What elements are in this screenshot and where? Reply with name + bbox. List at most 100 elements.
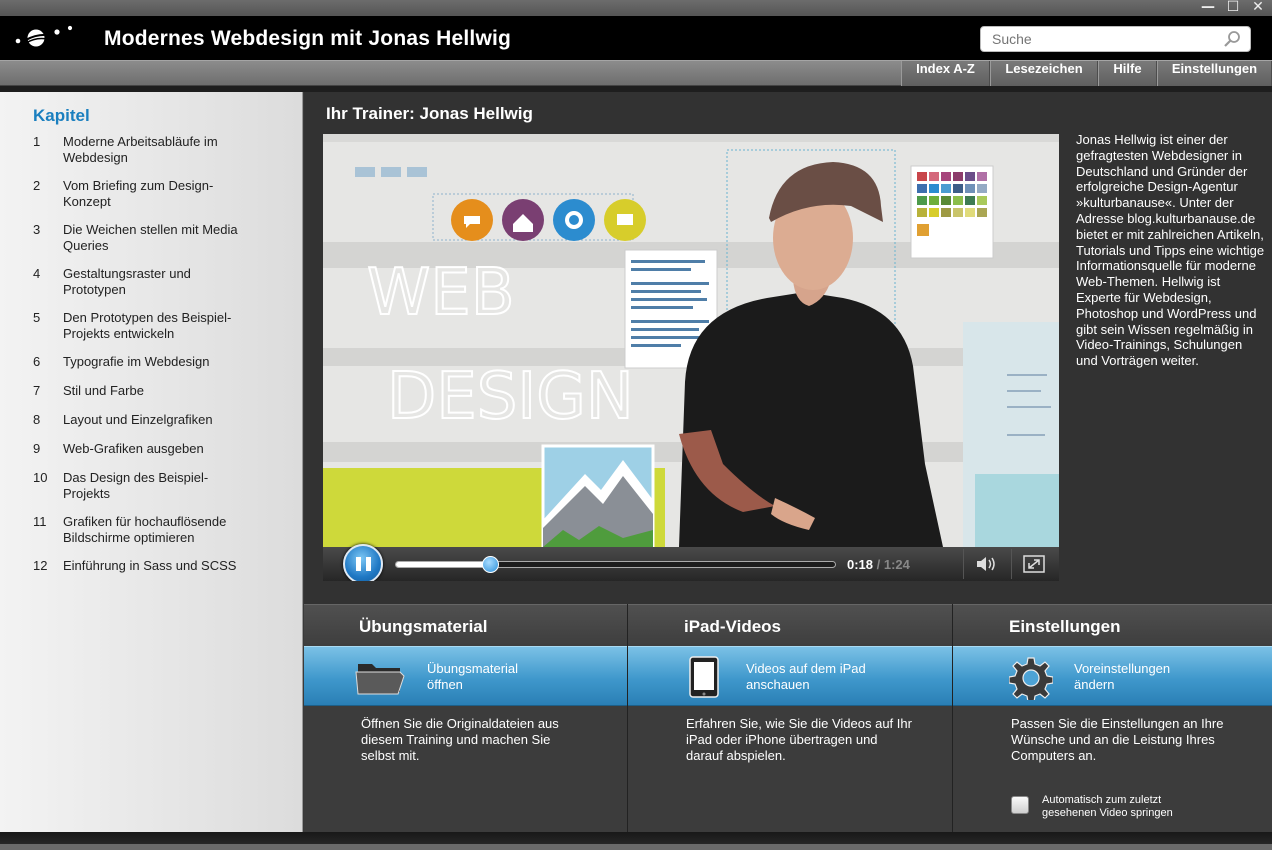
chapter-item-8[interactable]: 8 Layout und Einzelgrafiken [33,412,283,428]
settings-header: Einstellungen [953,604,1272,646]
divider [963,549,964,579]
chapter-label: Das Design des Beispiel-Projekts [63,470,209,501]
progress-knob[interactable] [481,556,499,573]
chapter-number: 4 [33,266,41,281]
chapter-number: 7 [33,383,41,398]
app-title: Modernes Webdesign mit Jonas Hellwig [104,27,512,50]
ipad-column: iPad-Videos Videos auf dem iPad anschaue… [627,604,952,832]
chapter-item-7[interactable]: 7 Stil und Farbe [33,383,283,399]
chapter-number: 5 [33,310,41,325]
nav-einstellungen[interactable]: Einstellungen [1157,61,1272,86]
chapter-item-5[interactable]: 5 Den Prototypen des Beispiel-Projekts en… [33,310,283,342]
chapter-number: 9 [33,441,41,456]
total-time: 1:24 [883,557,910,572]
chapter-number: 8 [33,412,41,427]
settings-header-label: Einstellungen [1009,617,1121,636]
search-input[interactable] [981,27,1211,51]
chapter-number: 2 [33,178,41,193]
chapter-item-9[interactable]: 9 Web-Grafiken ausgeben [33,441,283,457]
ipad-header: iPad-Videos [628,604,952,646]
chapter-number: 12 [33,558,48,573]
pause-icon [356,557,361,571]
progress-fill [396,562,490,567]
nav-lesezeichen[interactable]: Lesezeichen [990,61,1098,86]
video-text-web: WEB [367,256,515,330]
chapter-item-1[interactable]: 1 Moderne Arbeitsabläufe im Webdesign [33,134,283,166]
chapter-number: 3 [33,222,41,237]
video-player[interactable]: WEB DESIGN 0:18 / 1:24 [323,134,1059,581]
preferences-label: Voreinstellungen ändern [1074,661,1171,692]
chapter-number: 10 [33,470,48,485]
chapter-label: Gestaltungsraster und Prototypen [63,266,191,297]
chapter-number: 11 [33,514,47,529]
progress-track[interactable] [395,556,836,573]
chapter-label: Grafiken für hochauflösende Bildschirme … [63,514,227,545]
ipad-videos-button[interactable]: Videos auf dem iPad anschauen [628,646,952,706]
materials-header: Übungsmaterial [304,604,627,646]
ipad-videos-label: Videos auf dem iPad anschauen [746,661,866,692]
ipad-header-label: iPad-Videos [684,617,781,636]
ipad-description: Erfahren Sie, wie Sie die Videos auf Ihr… [686,716,912,763]
chapter-label: Web-Grafiken ausgeben [63,441,204,456]
top-nav: Index A-Z Lesezeichen Hilfe Einstellunge… [0,60,1272,86]
chapter-number: 6 [33,354,41,369]
preferences-button[interactable]: Voreinstellungen ändern [953,646,1272,706]
fullscreen-icon[interactable] [1023,554,1045,574]
search-icon[interactable] [1222,30,1242,48]
open-materials-button[interactable]: Übungsmaterial öffnen [304,646,627,706]
materials-column: Übungsmaterial Übungsmaterial öffnen Öff… [304,604,627,832]
chapter-label: Stil und Farbe [63,383,144,398]
chapter-item-10[interactable]: 10 Das Design des Beispiel-Projekts [33,470,283,502]
trainer-bio: Jonas Hellwig ist einer der gefragtesten… [1076,132,1265,369]
bottom-panel: Übungsmaterial Übungsmaterial öffnen Öff… [304,604,1272,832]
volume-icon[interactable] [975,554,997,574]
search-box [980,26,1251,52]
pause-icon [366,557,371,571]
chapter-item-11[interactable]: 11 Grafiken für hochauflösende Bildschirm… [33,514,283,546]
sidebar-title: Kapitel [33,106,90,125]
settings-column: Einstellungen Voreinstellungen ändern Pa… [952,604,1272,832]
chapter-item-4[interactable]: 4 Gestaltungsraster und Prototypen [33,266,283,298]
materials-header-label: Übungsmaterial [359,617,488,636]
chapter-item-6[interactable]: 6 Typografie im Webdesign [33,354,283,370]
player-controls: 0:18 / 1:24 [323,544,1059,581]
gear-icon [1009,657,1053,700]
chapter-sidebar: Kapitel 1 Moderne Arbeitsabläufe im Webde… [0,92,303,832]
chapter-item-12[interactable]: 12 Einführung in Sass und SCSS [33,558,283,574]
maximize-icon[interactable]: ☐ [1223,0,1243,16]
window-title-bar: — ☐ ✕ [0,0,1272,16]
chapter-label: Moderne Arbeitsabläufe im Webdesign [63,134,218,165]
time-display: 0:18 / 1:24 [847,557,910,572]
chapter-item-3[interactable]: 3 Die Weichen stellen mit Media Queries [33,222,283,254]
current-time: 0:18 [847,557,874,572]
trainer-title: Ihr Trainer: Jonas Hellwig [326,104,533,123]
open-materials-label: Übungsmaterial öffnen [427,661,519,692]
ipad-icon [689,656,719,698]
video-text-design: DESIGN [387,360,634,434]
chapter-label: Den Prototypen des Beispiel-Projekts ent… [63,310,232,341]
time-separator: / [873,557,884,572]
auto-jump-checkbox[interactable] [1011,796,1029,814]
folder-icon [355,664,405,695]
pause-button[interactable] [343,544,383,581]
settings-description: Passen Sie die Einstellungen an Ihre Wün… [1011,716,1224,763]
divider [1011,549,1012,579]
auto-jump-label: Automatisch zum zuletzt gesehenen Video … [1042,794,1173,819]
nav-hilfe[interactable]: Hilfe [1098,61,1157,86]
footer-strip [0,832,1272,850]
chapter-item-2[interactable]: 2 Vom Briefing zum Design-Konzept [33,178,283,210]
chapter-number: 1 [33,134,41,149]
close-icon[interactable]: ✕ [1248,0,1268,16]
chapter-label: Vom Briefing zum Design-Konzept [63,178,214,209]
video-frame: WEB DESIGN [323,134,1059,547]
main-panel: Ihr Trainer: Jonas Hellwig WEB DESIGN 0:… [304,92,1272,604]
materials-description: Öffnen Sie die Originaldateien aus diese… [361,716,559,763]
chapter-label: Die Weichen stellen mit Media Queries [63,222,238,253]
galileo-logo-icon [15,25,73,47]
chapter-label: Einführung in Sass und SCSS [63,558,237,573]
app-header: Modernes Webdesign mit Jonas Hellwig [0,16,1272,60]
minimize-icon[interactable]: — [1198,0,1218,16]
nav-index-az[interactable]: Index A-Z [901,61,990,86]
chapter-label: Layout und Einzelgrafiken [63,412,213,427]
chapter-label: Typografie im Webdesign [63,354,210,369]
